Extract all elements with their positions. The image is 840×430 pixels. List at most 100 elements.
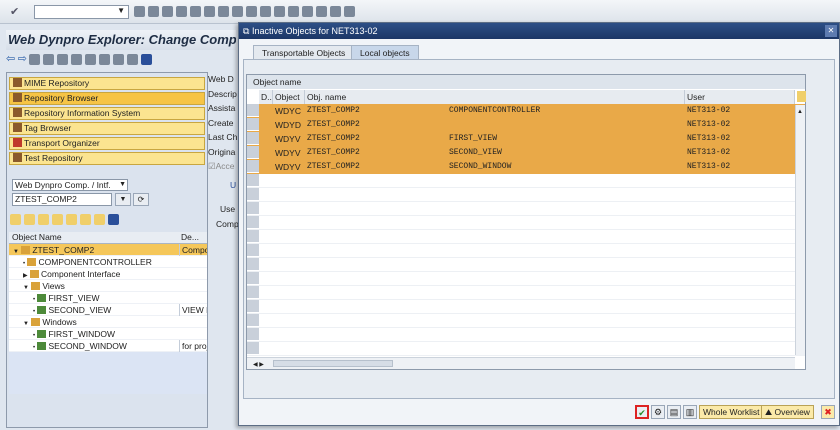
filter-icon[interactable] <box>38 214 49 226</box>
edit-icon[interactable] <box>29 54 41 66</box>
next-page-icon[interactable] <box>274 6 285 18</box>
row-selector[interactable] <box>247 104 259 117</box>
table-row[interactable]: WDYV ZTEST_COMP2 SECOND_VIEW NET313-02 <box>247 146 805 160</box>
row-selector[interactable] <box>247 258 259 271</box>
tab-used[interactable]: U <box>208 178 240 193</box>
activate-icon[interactable]: ⚙ <box>651 405 665 419</box>
expander-icon[interactable]: • <box>9 261 25 267</box>
expander-icon[interactable]: • <box>9 297 35 303</box>
row-selector[interactable] <box>247 174 259 187</box>
nav-repository-info-system[interactable]: Repository Information System <box>9 107 205 120</box>
row-selector[interactable] <box>247 188 259 201</box>
row-selector[interactable] <box>247 132 259 145</box>
empty-row[interactable] <box>247 230 805 244</box>
activate-icon[interactable] <box>71 54 83 66</box>
empty-row[interactable] <box>247 174 805 188</box>
tree-node[interactable]: • COMPONENTCONTROLLER <box>9 256 207 268</box>
expander-icon[interactable]: ▼ <box>9 321 29 327</box>
table-row[interactable]: WDYV ZTEST_COMP2 FIRST_VIEW NET313-02 <box>247 132 805 146</box>
row-selector[interactable] <box>247 146 259 159</box>
tree-node[interactable]: ▼ Windows <box>9 316 207 328</box>
save-icon[interactable] <box>148 6 159 18</box>
whole-worklist-button[interactable]: Whole Worklist <box>699 405 764 419</box>
expander-icon[interactable]: • <box>9 333 35 339</box>
hierarchy-icon[interactable] <box>113 54 125 66</box>
up-icon[interactable] <box>52 214 63 226</box>
empty-row[interactable] <box>247 202 805 216</box>
new-session-icon[interactable] <box>302 6 313 18</box>
print-icon[interactable] <box>204 6 215 18</box>
nav-mime-repository[interactable]: MIME Repository <box>9 77 205 90</box>
row-selector[interactable] <box>247 342 259 355</box>
chevron-down-icon[interactable]: ▼ <box>117 6 125 15</box>
empty-row[interactable] <box>247 258 805 272</box>
scroll-up-icon[interactable]: ▲ <box>796 109 803 115</box>
tree-node[interactable]: • SECOND_VIEWVIEW F <box>9 304 207 316</box>
nav-tag-browser[interactable]: Tag Browser <box>9 122 205 135</box>
display-object-icon[interactable] <box>127 54 139 66</box>
last-page-icon[interactable] <box>288 6 299 18</box>
cancel-button[interactable]: ✖ <box>821 405 835 419</box>
row-selector[interactable] <box>247 244 259 257</box>
tree-node[interactable]: ▼ ZTEST_COMP2 Compo <box>9 244 207 256</box>
cancel-icon[interactable] <box>190 6 201 18</box>
expander-icon[interactable]: • <box>9 309 35 315</box>
back-arrow-icon[interactable]: ⇦ <box>6 53 15 65</box>
close-icon[interactable]: ✕ <box>825 25 837 37</box>
forward-icon[interactable] <box>24 214 35 226</box>
table-row[interactable]: WDYV ZTEST_COMP2 SECOND_WINDOW NET313-02 <box>247 160 805 174</box>
scroll-thumb[interactable] <box>273 360 393 367</box>
row-selector[interactable] <box>247 230 259 243</box>
nav-test-repository[interactable]: Test Repository <box>9 152 205 165</box>
close-icon[interactable] <box>108 214 119 226</box>
display-button[interactable]: ⟳ <box>133 193 149 206</box>
horizontal-scrollbar[interactable]: ◀ ▶ <box>247 357 795 369</box>
object-name-input[interactable]: ZTEST_COMP2 <box>12 193 112 206</box>
empty-row[interactable] <box>247 300 805 314</box>
empty-row[interactable] <box>247 272 805 286</box>
deselect-all-icon[interactable]: ▥ <box>683 405 697 419</box>
empty-row[interactable] <box>247 314 805 328</box>
command-field[interactable]: ▼ <box>34 5 129 19</box>
enter-icon[interactable]: ✔ <box>10 5 19 18</box>
empty-row[interactable] <box>247 244 805 258</box>
table-row[interactable]: WDYC ZTEST_COMP2 COMPONENTCONTROLLER NET313… <box>247 104 805 118</box>
expander-icon[interactable]: ▼ <box>9 285 29 291</box>
row-selector[interactable] <box>247 314 259 327</box>
dropdown-button[interactable]: ▼ <box>115 193 131 206</box>
exit-icon[interactable] <box>176 6 187 18</box>
row-selector[interactable] <box>247 216 259 229</box>
info-icon[interactable] <box>141 54 153 66</box>
first-page-icon[interactable] <box>246 6 257 18</box>
empty-row[interactable] <box>247 286 805 300</box>
empty-row[interactable] <box>247 328 805 342</box>
check-icon[interactable] <box>57 54 69 66</box>
expander-icon[interactable]: ▼ <box>9 249 19 255</box>
column-header[interactable]: Obj. name <box>305 90 685 104</box>
prev-page-icon[interactable] <box>260 6 271 18</box>
continue-checkmark-button[interactable]: ✔ <box>635 405 649 419</box>
scroll-left-icon[interactable]: ◀ ▶ <box>247 362 264 368</box>
row-selector[interactable] <box>247 160 259 173</box>
row-selector[interactable] <box>247 286 259 299</box>
expander-icon[interactable]: • <box>9 345 35 351</box>
where-used-icon[interactable] <box>99 54 111 66</box>
layout-icon[interactable] <box>80 214 91 226</box>
column-header[interactable]: Object <box>273 90 305 104</box>
hierarchy-icon[interactable] <box>66 214 77 226</box>
empty-row[interactable] <box>247 342 805 356</box>
tree-node[interactable]: • FIRST_WINDOW <box>9 328 207 340</box>
nav-transport-organizer[interactable]: Transport Organizer <box>9 137 205 150</box>
back-icon[interactable] <box>134 6 145 18</box>
layout-icon[interactable] <box>344 6 355 18</box>
overview-button[interactable]: ⛰ Overview <box>761 405 814 419</box>
tree-node[interactable]: ▼ Views <box>9 280 207 292</box>
back-nav-icon[interactable] <box>162 6 173 18</box>
row-selector[interactable] <box>247 328 259 341</box>
row-selector[interactable] <box>247 202 259 215</box>
chevron-down-icon[interactable]: ▼ <box>119 180 126 190</box>
row-selector[interactable] <box>247 300 259 313</box>
accessibility-checkbox[interactable]: ☑Acce <box>208 159 240 174</box>
help-icon[interactable] <box>330 6 341 18</box>
column-header[interactable]: User <box>685 90 795 104</box>
